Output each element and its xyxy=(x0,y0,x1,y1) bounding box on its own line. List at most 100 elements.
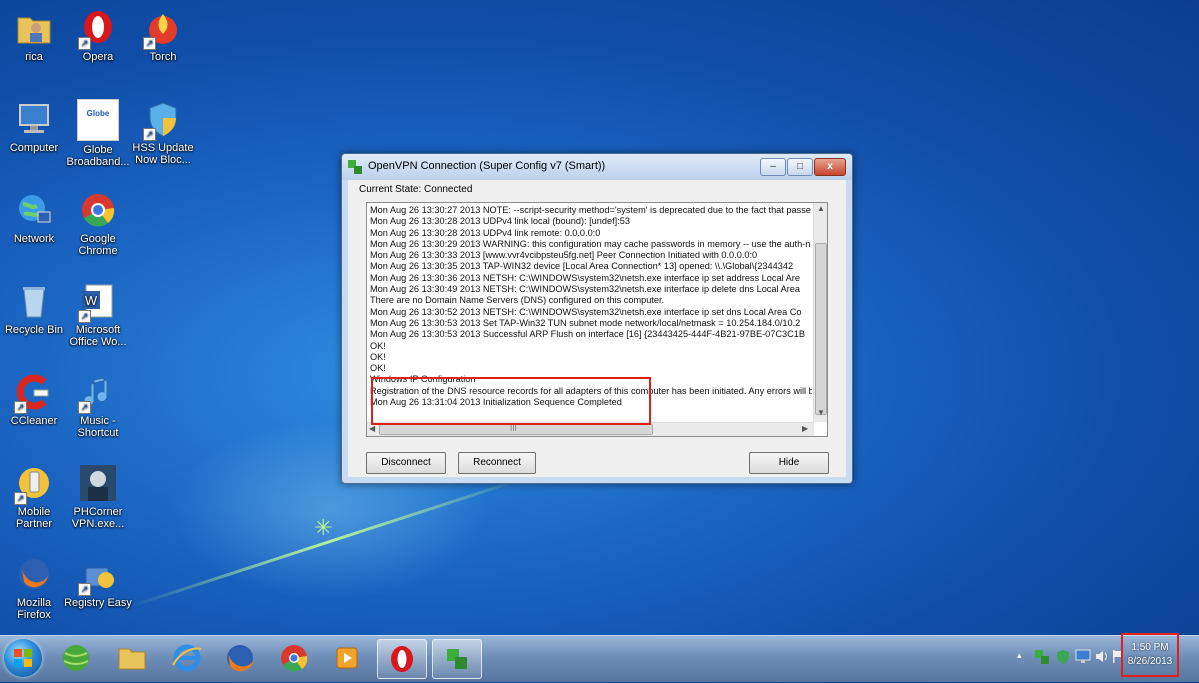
desktop-icon-label: Recycle Bin xyxy=(4,324,64,336)
recycle-bin-icon xyxy=(14,281,54,321)
taskbar-ball-app[interactable] xyxy=(52,639,100,677)
desktop-icon-label: Network xyxy=(13,233,55,245)
desktop-icon-torch[interactable]: ↗ Torch xyxy=(129,8,197,63)
log-line: Mon Aug 26 13:30:27 2013 NOTE: --script-… xyxy=(370,205,811,215)
taskbar-chrome[interactable] xyxy=(270,639,318,677)
shortcut-arrow-icon: ↗ xyxy=(143,128,156,141)
network-globe-icon xyxy=(14,190,54,230)
desktop-icon-recycle-bin[interactable]: Recycle Bin xyxy=(0,281,68,336)
music-note-icon: ↗ xyxy=(78,372,118,414)
vertical-scroll-thumb[interactable] xyxy=(815,243,827,415)
connection-state-label: Current State: Connected xyxy=(359,184,473,195)
taskbar-explorer[interactable] xyxy=(108,639,156,677)
disconnect-button[interactable]: Disconnect xyxy=(366,452,446,474)
desktop-icon-label: Torch xyxy=(149,51,177,63)
log-line: OK! xyxy=(370,340,386,351)
network-tray-icon[interactable] xyxy=(1075,649,1091,664)
log-line: Mon Aug 26 13:30:29 2013 WARNING: this c… xyxy=(370,238,811,249)
window-titlebar[interactable]: OpenVPN Connection (Super Config v7 (Sma… xyxy=(342,154,852,180)
desktop-icon-registry-easy[interactable]: ↗ Registry Easy xyxy=(64,554,132,609)
show-hidden-icons-button[interactable]: ▴ xyxy=(1017,650,1022,661)
log-line: Mon Aug 26 13:30:35 2013 TAP-WIN32 devic… xyxy=(370,261,794,272)
word-document-icon: W ↗ xyxy=(78,281,118,323)
desktop-icon-rica[interactable]: rica xyxy=(0,8,68,63)
desktop-icon-globe-broadband[interactable]: Globe Globe Broadband... xyxy=(64,99,132,168)
scroll-up-arrow-icon[interactable]: ▲ xyxy=(817,204,825,213)
desktop-icon-label: Computer xyxy=(9,142,59,154)
desktop-icon-label: Google Chrome xyxy=(78,233,118,257)
desktop-icon-network[interactable]: Network xyxy=(0,190,68,245)
shortcut-arrow-icon: ↗ xyxy=(78,37,91,50)
horizontal-scroll-thumb[interactable]: III xyxy=(379,424,653,435)
windows-logo-icon xyxy=(14,649,32,667)
desktop-icon-opera[interactable]: ↗ Opera xyxy=(64,8,132,63)
taskbar: ▴ 1:50 PM 8/26/2013 xyxy=(0,633,1199,682)
opera-icon: ↗ xyxy=(78,8,118,50)
shortcut-arrow-icon: ↗ xyxy=(14,492,27,505)
log-line: Mon Aug 26 13:30:53 2013 Successful ARP … xyxy=(370,329,805,340)
chrome-icon xyxy=(78,190,118,230)
scroll-grip: III xyxy=(510,424,517,433)
wallpaper-leaf-icon: ✳ xyxy=(314,515,333,540)
desktop-icon-label: Mobile Partner xyxy=(15,506,53,530)
hide-button[interactable]: Hide xyxy=(749,452,829,474)
desktop-icon-label: Registry Easy xyxy=(64,597,132,609)
scroll-left-arrow-icon[interactable]: ◀ xyxy=(369,424,375,433)
shortcut-arrow-icon: ↗ xyxy=(78,583,91,596)
scroll-right-arrow-icon[interactable]: ▶ xyxy=(802,424,808,433)
desktop-icon-label: Opera xyxy=(82,51,114,63)
desktop-icon-ms-word[interactable]: W ↗ Microsoft Office Wo... xyxy=(64,281,132,348)
minimize-button[interactable]: – xyxy=(760,158,786,176)
start-button[interactable] xyxy=(4,639,42,677)
firefox-icon xyxy=(14,554,54,594)
globe-broadband-icon: Globe xyxy=(77,99,119,141)
shortcut-arrow-icon: ↗ xyxy=(78,401,91,414)
desktop-icon-label: Music - Shortcut xyxy=(77,415,119,439)
desktop-icon-mobile-partner[interactable]: ↗ Mobile Partner xyxy=(0,463,68,530)
shield-tray-icon[interactable] xyxy=(1056,649,1070,664)
maximize-button[interactable]: □ xyxy=(787,158,813,176)
log-line: Mon Aug 26 13:30:36 2013 NETSH: C:\WINDO… xyxy=(370,272,800,283)
desktop-icon-label: Mozilla Firefox xyxy=(16,597,52,621)
close-button[interactable]: x xyxy=(814,158,846,176)
log-line: Mon Aug 26 13:30:28 2013 UDPv4 link loca… xyxy=(370,216,630,227)
window-title: OpenVPN Connection (Super Config v7 (Sma… xyxy=(368,160,606,172)
log-line: OK! xyxy=(370,351,386,362)
ccleaner-icon: ↗ xyxy=(14,372,54,414)
computer-icon xyxy=(14,99,54,139)
scroll-down-arrow-icon[interactable]: ▼ xyxy=(817,408,825,417)
torch-browser-icon: ↗ xyxy=(143,8,183,50)
desktop-icon-label: HSS Update Now Bloc... xyxy=(132,142,194,166)
log-line: Mon Aug 26 13:30:52 2013 NETSH: C:\WINDO… xyxy=(370,306,802,317)
desktop-icon-ccleaner[interactable]: ↗ CCleaner xyxy=(0,372,68,427)
reconnect-button[interactable]: Reconnect xyxy=(458,452,536,474)
globe-logo-text: Globe xyxy=(86,109,110,118)
taskbar-media-player[interactable] xyxy=(323,639,371,677)
desktop-icon-google-chrome[interactable]: Google Chrome xyxy=(64,190,132,257)
shortcut-arrow-icon: ↗ xyxy=(14,401,27,414)
desktop-icon-label: Globe Broadband... xyxy=(66,144,130,168)
desktop-icon-label: Microsoft Office Wo... xyxy=(69,324,127,348)
taskbar-opera[interactable] xyxy=(377,639,427,679)
desktop-icon-firefox[interactable]: Mozilla Firefox xyxy=(0,554,68,621)
log-line: Mon Aug 26 13:30:28 2013 UDPv4 link remo… xyxy=(370,227,601,238)
taskbar-internet-explorer[interactable] xyxy=(163,639,211,677)
desktop-icon-phcorner-vpn[interactable]: PHCorner VPN.exe... xyxy=(64,463,132,530)
volume-tray-icon[interactable] xyxy=(1095,650,1109,663)
desktop-icon-label: CCleaner xyxy=(10,415,58,427)
log-line: Mon Aug 26 13:30:53 2013 Set TAP-Win32 T… xyxy=(370,317,801,328)
shortcut-arrow-icon: ↗ xyxy=(78,310,91,323)
highlight-box-log xyxy=(371,377,651,425)
desktop-icon-hss-update[interactable]: ↗ HSS Update Now Bloc... xyxy=(129,99,197,166)
taskbar-firefox[interactable] xyxy=(216,639,264,677)
log-line: Mon Aug 26 13:30:33 2013 [www.vvr4vcibps… xyxy=(370,250,758,261)
openvpn-app-icon xyxy=(348,160,362,174)
phcorner-vpn-icon xyxy=(78,463,118,503)
desktop-icon-computer[interactable]: Computer xyxy=(0,99,68,154)
openvpn-tray-icon[interactable] xyxy=(1035,650,1049,664)
taskbar-openvpn[interactable] xyxy=(432,639,482,679)
desktop-icon-music-shortcut[interactable]: ↗ Music - Shortcut xyxy=(64,372,132,439)
openvpn-window[interactable]: OpenVPN Connection (Super Config v7 (Sma… xyxy=(341,153,853,484)
log-vertical-scrollbar[interactable]: ▲ ▼ xyxy=(813,203,827,422)
highlight-box-clock xyxy=(1121,633,1179,677)
